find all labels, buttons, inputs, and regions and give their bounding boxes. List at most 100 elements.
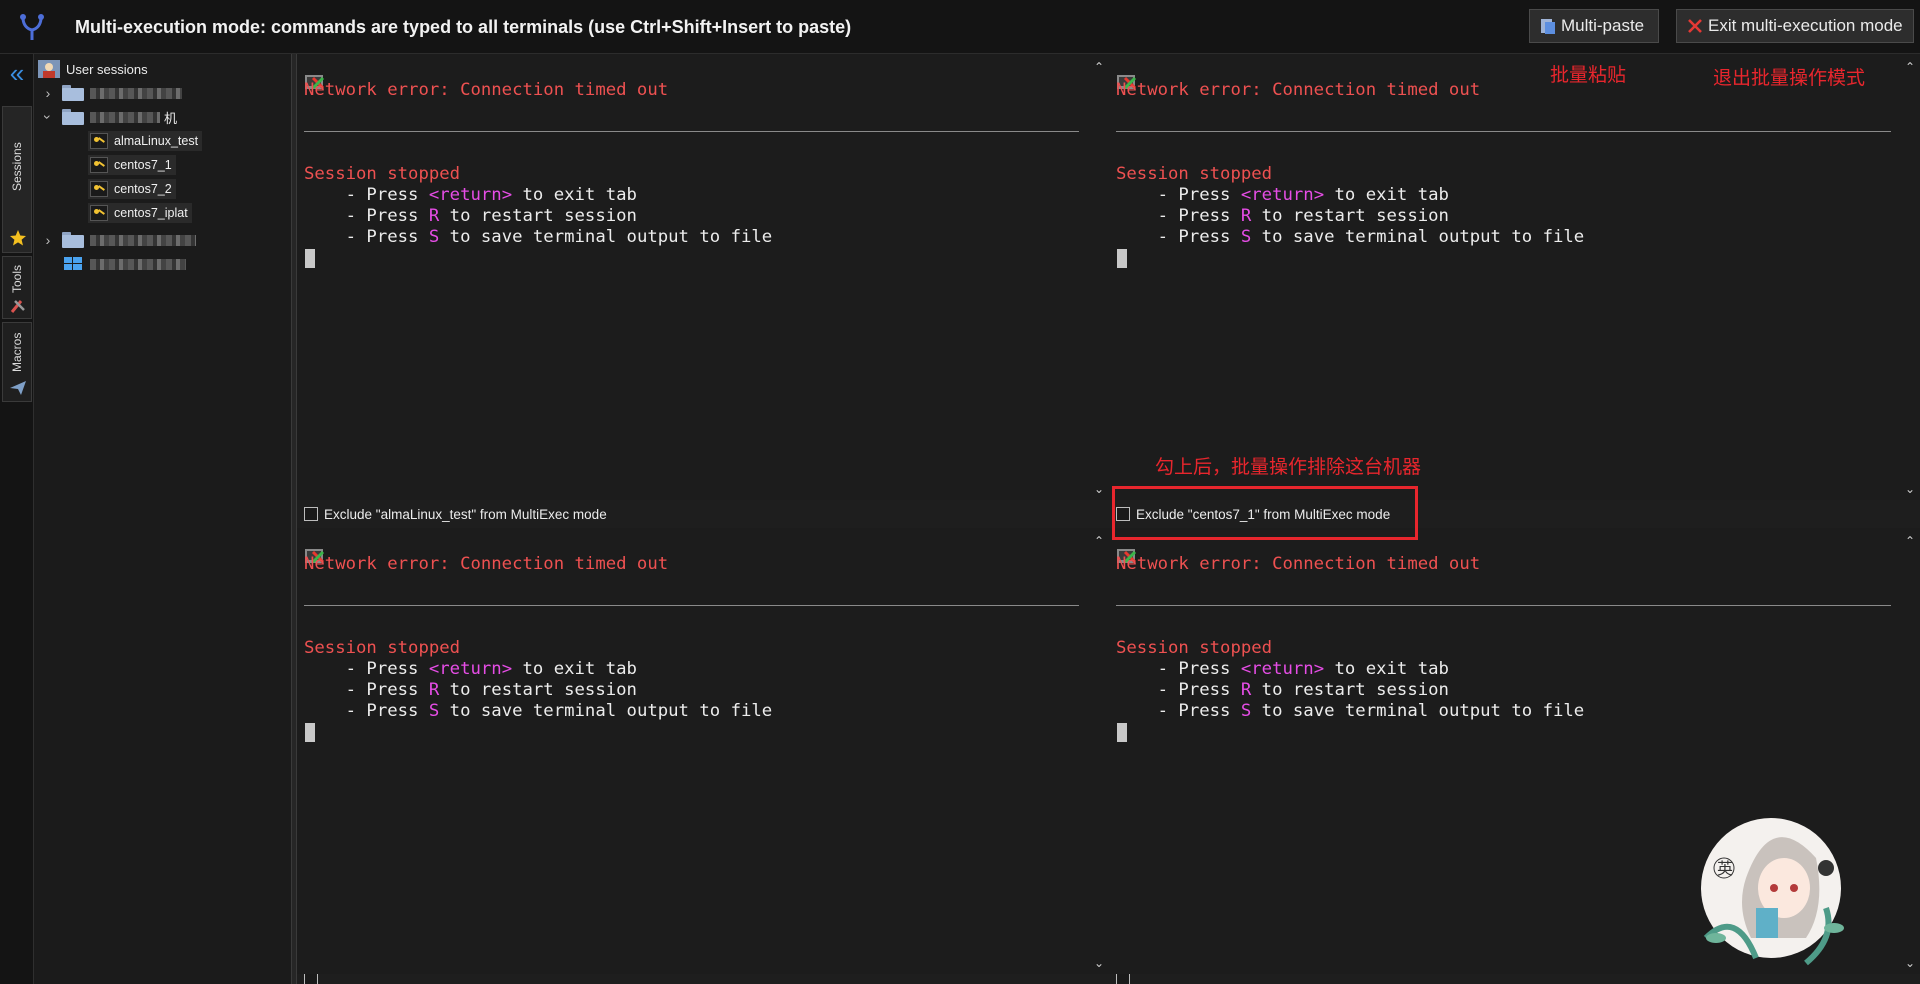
annotation-exclude: 勾上后，批量操作排除这台机器 bbox=[1155, 456, 1422, 478]
terminal-scrollbar[interactable] bbox=[1898, 528, 1920, 974]
terminal-error-line: Network error: Connection timed out bbox=[1116, 554, 1481, 574]
annotation-multipaste: 批量粘贴 bbox=[1550, 64, 1627, 86]
terminal-session-stopped: Session stopped bbox=[304, 164, 461, 184]
terminal-scrollbar[interactable] bbox=[1898, 54, 1920, 500]
terminal-scrollbar[interactable] bbox=[1087, 528, 1109, 974]
folder-icon bbox=[62, 232, 84, 248]
terminal-cursor bbox=[1117, 723, 1127, 742]
collapse-sidebar-icon[interactable]: « bbox=[4, 60, 30, 88]
multi-paste-button[interactable]: Multi-paste bbox=[1529, 9, 1659, 43]
terminal-hint-save: - Press S to save terminal output to fil… bbox=[1116, 227, 1585, 247]
session-item[interactable]: centos7_1 bbox=[88, 155, 176, 175]
tree-folder-1[interactable] bbox=[62, 82, 182, 104]
scroll-up-icon[interactable]: ⌃ bbox=[1092, 534, 1106, 548]
terminal-hint-restart: - Press R to restart session bbox=[1116, 680, 1449, 700]
tree-folder-3[interactable] bbox=[62, 229, 196, 251]
terminal-session-stopped: Session stopped bbox=[304, 638, 461, 658]
scroll-down-icon[interactable]: ⌄ bbox=[1092, 482, 1106, 496]
svg-text:英: 英 bbox=[1717, 859, 1733, 878]
tab-sessions[interactable]: Sessions bbox=[2, 106, 32, 253]
tools-icon bbox=[10, 300, 25, 313]
session-label: centos7_1 bbox=[114, 158, 172, 172]
terminal-error-line: Network error: Connection timed out bbox=[1116, 80, 1481, 100]
exclude-checkbox[interactable] bbox=[1116, 974, 1130, 984]
ssh-key-icon bbox=[90, 181, 108, 197]
folder-icon bbox=[62, 85, 84, 101]
windows-icon bbox=[64, 257, 82, 270]
terminal-hint-restart: - Press R to restart session bbox=[304, 206, 637, 226]
terminal-pane-centos7-2[interactable]: Network error: Connection timed out Sess… bbox=[297, 528, 1109, 974]
terminal-scrollbar[interactable] bbox=[1087, 54, 1109, 500]
chevron-right-icon[interactable]: › bbox=[42, 86, 54, 100]
terminal-hint-restart: - Press R to restart session bbox=[304, 680, 637, 700]
session-label: centos7_2 bbox=[114, 182, 172, 196]
session-item[interactable]: centos7_iplat bbox=[88, 203, 192, 223]
terminal-error-line: Network error: Connection timed out bbox=[304, 80, 669, 100]
multiexec-fork-icon bbox=[20, 14, 44, 40]
ssh-key-icon bbox=[90, 133, 108, 149]
exit-multiexec-button[interactable]: Exit multi-execution mode bbox=[1676, 9, 1914, 43]
terminal-hint-save: - Press S to save terminal output to fil… bbox=[304, 701, 773, 721]
tree-folder-2[interactable]: 机 bbox=[62, 106, 177, 128]
folder-icon bbox=[62, 109, 84, 125]
terminal-session-stopped: Session stopped bbox=[1116, 164, 1273, 184]
session-item[interactable]: almaLinux_test bbox=[88, 131, 203, 151]
tab-macros[interactable]: Macros bbox=[2, 322, 32, 402]
exit-multiexec-label: Exit multi-execution mode bbox=[1708, 16, 1903, 35]
chevron-right-icon[interactable]: › bbox=[42, 233, 54, 247]
redacted-folder-name bbox=[90, 87, 182, 99]
tree-rdp-session[interactable] bbox=[62, 253, 186, 275]
side-tab-strip: « Sessions Tools Macros bbox=[0, 54, 34, 984]
anime-avatar-watermark: 英 bbox=[1701, 818, 1844, 966]
terminal-hint-exit: - Press <return> to exit tab bbox=[304, 659, 637, 679]
terminal-cursor bbox=[1117, 249, 1127, 268]
multi-paste-label: Multi-paste bbox=[1561, 16, 1645, 35]
session-label: almaLinux_test bbox=[114, 134, 199, 148]
user-sessions-icon bbox=[38, 60, 60, 78]
tab-macros-label: Macros bbox=[10, 332, 24, 372]
exclude-checkbox[interactable] bbox=[304, 507, 318, 521]
scroll-down-icon[interactable]: ⌄ bbox=[1092, 956, 1106, 970]
terminal-hint-restart: - Press R to restart session bbox=[1116, 206, 1449, 226]
terminal-divider bbox=[1116, 131, 1891, 132]
terminal-pane-almalinux[interactable]: Network error: Connection timed out Sess… bbox=[297, 54, 1109, 500]
ssh-key-icon bbox=[90, 205, 108, 221]
redacted-session-name bbox=[90, 258, 186, 270]
send-icon bbox=[10, 381, 26, 395]
redacted-folder-name bbox=[90, 111, 160, 123]
tab-sessions-label: Sessions bbox=[10, 142, 24, 192]
terminal-error-line: Network error: Connection timed out bbox=[304, 554, 669, 574]
exclude-label[interactable]: Exclude "almaLinux_test" from MultiExec … bbox=[324, 507, 607, 522]
terminal-hint-save: - Press S to save terminal output to fil… bbox=[304, 227, 773, 247]
session-item[interactable]: centos7_2 bbox=[88, 179, 176, 199]
terminal-pane-centos7-1[interactable]: Network error: Connection timed out Sess… bbox=[1109, 54, 1920, 500]
exclude-bar: Exclude "almaLinux_test" from MultiExec … bbox=[297, 500, 1109, 528]
ssh-key-icon bbox=[90, 157, 108, 173]
scroll-down-icon[interactable]: ⌄ bbox=[1903, 482, 1917, 496]
redacted-folder-name bbox=[90, 234, 196, 246]
scroll-up-icon[interactable]: ⌃ bbox=[1903, 534, 1917, 548]
multiexec-toolbar: Multi-execution mode: commands are typed… bbox=[0, 0, 1920, 54]
scroll-up-icon[interactable]: ⌃ bbox=[1903, 60, 1917, 74]
terminal-cursor bbox=[305, 723, 315, 742]
terminal-divider bbox=[304, 131, 1079, 132]
terminal-session-stopped: Session stopped bbox=[1116, 638, 1273, 658]
clipboard-icon bbox=[1540, 17, 1556, 35]
multiexec-title: Multi-execution mode: commands are typed… bbox=[75, 17, 852, 37]
terminal-hint-exit: - Press <return> to exit tab bbox=[304, 185, 637, 205]
annotation-highlight-box bbox=[1112, 486, 1418, 540]
tab-tools[interactable]: Tools bbox=[2, 256, 32, 319]
session-tree: User sessions › › 机 almaLinux_test cento… bbox=[34, 54, 291, 984]
session-label: centos7_iplat bbox=[114, 206, 188, 220]
tree-folder-2-suffix: 机 bbox=[164, 110, 178, 126]
terminal-hint-save: - Press S to save terminal output to fil… bbox=[1116, 701, 1585, 721]
terminal-hint-exit: - Press <return> to exit tab bbox=[1116, 185, 1449, 205]
tree-root-label: User sessions bbox=[66, 61, 148, 77]
terminal-hint-exit: - Press <return> to exit tab bbox=[1116, 659, 1449, 679]
scroll-up-icon[interactable]: ⌃ bbox=[1092, 60, 1106, 74]
chevron-down-icon[interactable]: › bbox=[40, 111, 56, 123]
close-icon bbox=[1687, 17, 1703, 35]
tree-root-user-sessions[interactable]: User sessions bbox=[38, 58, 148, 80]
exclude-checkbox[interactable] bbox=[304, 974, 318, 984]
scroll-down-icon[interactable]: ⌄ bbox=[1903, 956, 1917, 970]
